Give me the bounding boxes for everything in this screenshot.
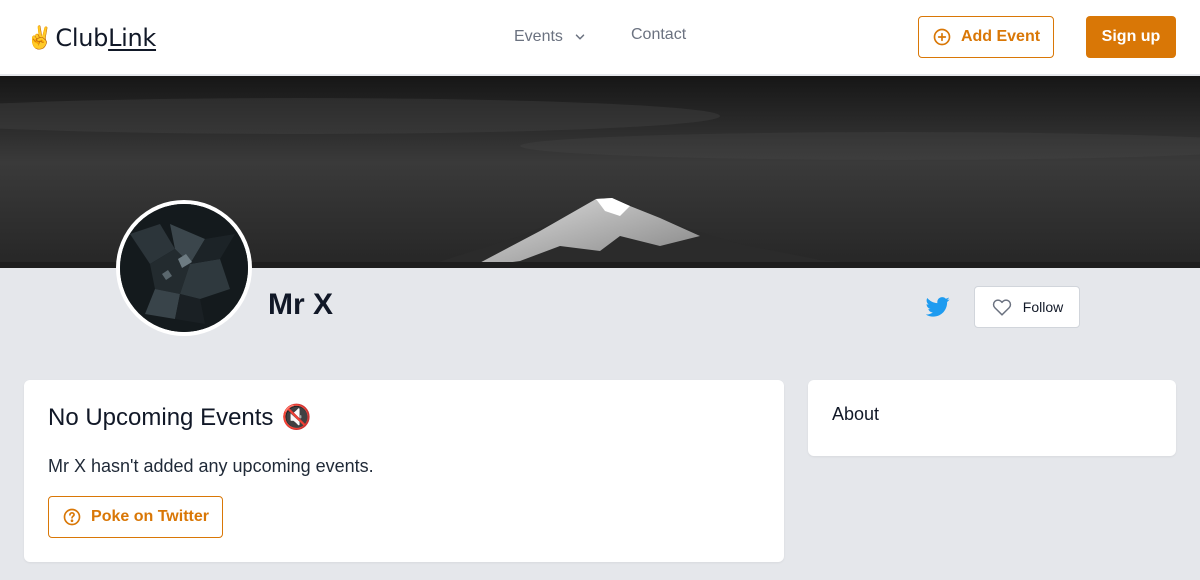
logo-text-link: Link — [108, 24, 157, 52]
chevron-down-icon — [575, 34, 585, 40]
top-navbar: ✌️ Club Link Events Contact Add Event Si… — [0, 0, 1200, 75]
about-card-title: About — [832, 404, 880, 424]
add-event-label: Add Event — [960, 28, 1041, 45]
events-card-description: Mr X hasn't added any upcoming events. — [48, 456, 374, 476]
about-card: About — [808, 380, 1176, 456]
question-circle-icon — [63, 508, 81, 526]
add-event-button[interactable]: Add Event — [918, 16, 1054, 58]
nav-events-dropdown[interactable]: Events — [514, 26, 587, 48]
poke-on-twitter-button[interactable]: Poke on Twitter — [48, 496, 223, 538]
follow-button[interactable]: Follow — [974, 286, 1080, 328]
signup-button[interactable]: Sign up — [1086, 16, 1176, 58]
avatar-image — [120, 204, 248, 332]
clublink-logo[interactable]: ✌️ Club Link — [26, 22, 156, 54]
muted-speaker-icon: 🔇 — [281, 404, 312, 431]
victory-hand-emoji: ✌️ — [26, 25, 54, 50]
nav-events-label: Events — [514, 28, 563, 45]
plus-circle-icon — [933, 28, 951, 46]
dark-rock-texture — [120, 204, 248, 332]
profile-name: Mr X — [268, 288, 334, 321]
twitter-icon[interactable] — [926, 297, 950, 317]
events-card-title-text: No Upcoming Events — [48, 404, 274, 431]
logo-text-club: Club — [55, 24, 109, 52]
events-card-title: No Upcoming Events 🔇 — [48, 404, 311, 432]
nav-contact-link[interactable]: Contact — [631, 26, 686, 48]
heart-icon — [992, 299, 1011, 316]
poke-label: Poke on Twitter — [91, 508, 209, 525]
profile-avatar — [116, 200, 252, 336]
upcoming-events-card: No Upcoming Events 🔇 Mr X hasn't added a… — [24, 380, 784, 562]
follow-label: Follow — [1022, 299, 1064, 315]
